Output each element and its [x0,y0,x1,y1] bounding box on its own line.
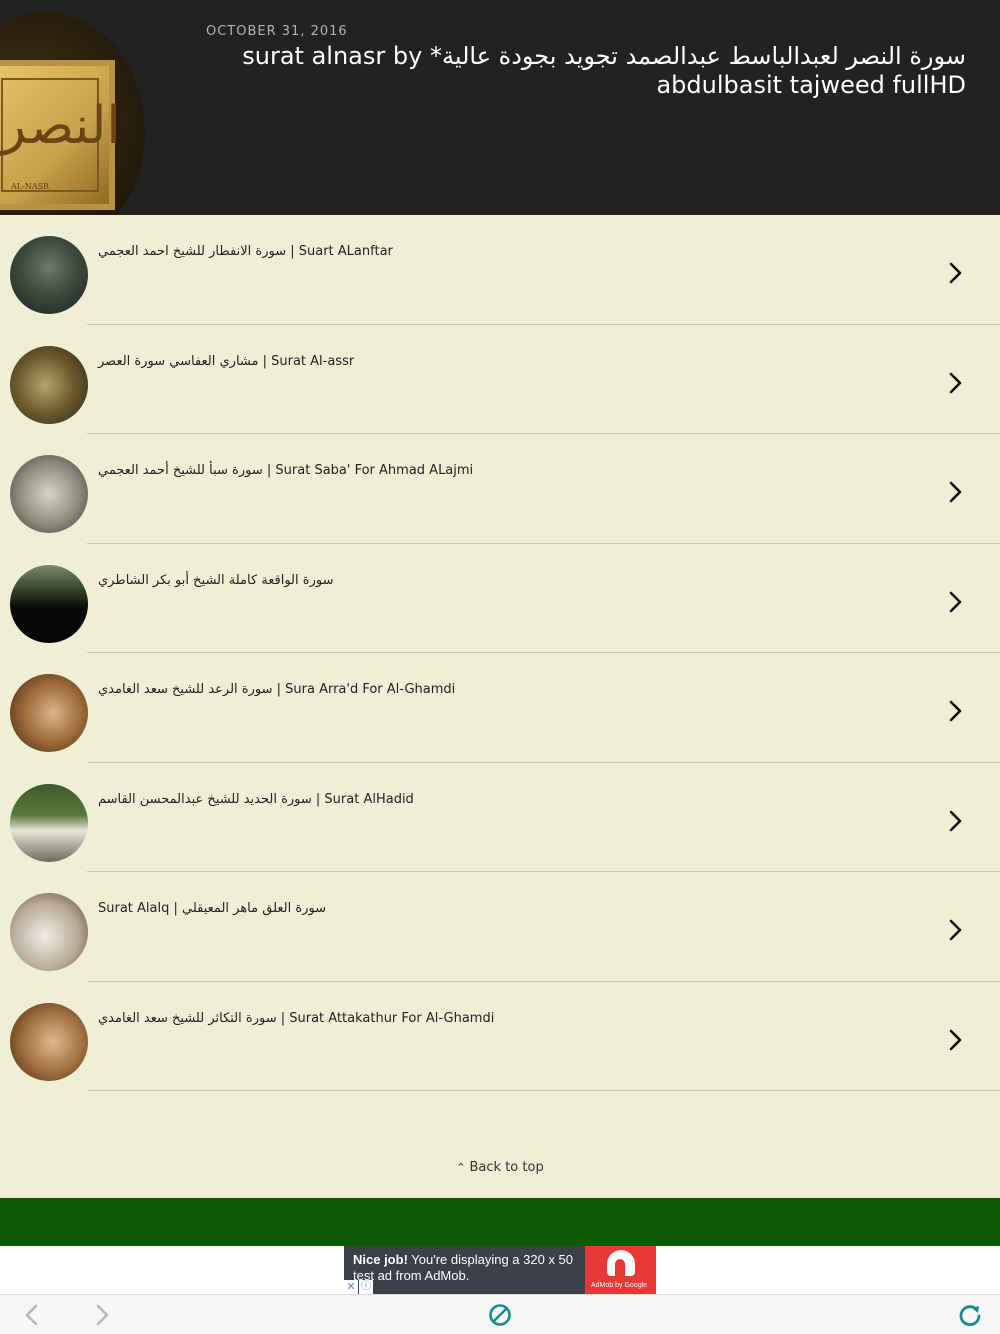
list-item-thumbnail [10,674,88,752]
list-item[interactable]: سورة التكاثر للشيخ سعد الغامدي | Surat A… [0,982,1000,1091]
list-item[interactable]: سورة الحديد للشيخ عبدالمحسن القاسم | Sur… [0,763,1000,872]
browser-toolbar [0,1294,1000,1334]
close-icon[interactable]: ✕ [344,1280,358,1294]
calligraphy-caption: AL-NASR [11,182,50,191]
chevron-right-icon [949,919,962,941]
list-item-title: سورة سبأ للشيخ أحمد العجمي | Surat Saba'… [98,463,474,478]
footer-band [0,1198,1000,1246]
arrow-left-icon[interactable] [18,1301,46,1329]
list-item[interactable]: سورة سبأ للشيخ أحمد العجمي | Surat Saba'… [0,434,1000,544]
list-item-title: سورة الانفطار للشيخ احمد العجمي | Suart … [98,244,393,259]
calligraphy-text: النصر [1,96,121,156]
chevron-right-icon [949,591,962,612]
list-item-thumbnail [10,236,88,314]
admob-icon [607,1250,635,1276]
chevron-right-icon [949,1029,962,1050]
post-header: النصر AL-NASR OCTOBER 31, 2016 سورة النص… [0,0,1000,215]
ad-text: Nice job! You're displaying a 320 x 50 t… [353,1252,589,1284]
back-to-top-link[interactable]: ⌃ Back to top [0,1160,1000,1175]
list-item-title: سورة الحديد للشيخ عبدالمحسن القاسم | Sur… [98,791,414,807]
double-chevron-up-icon: ⌃ [456,1161,466,1174]
list-item-thumbnail [10,783,88,862]
list-item[interactable]: سورة الواقعة كاملة الشيخ أبو بكر الشاطري [0,544,1000,653]
list-item-title: سورة الواقعة كاملة الشيخ أبو بكر الشاطري [98,572,334,588]
list-item-title: سورة التكاثر للشيخ سعد الغامدي | Surat A… [98,1010,495,1026]
admob-logo: AdMob by Google [585,1246,656,1294]
list-item-thumbnail [10,1002,88,1081]
list-item-thumbnail [10,455,88,533]
list-item[interactable]: سورة الرعد للشيخ سعد الغامدي | Sura Arra… [0,653,1000,763]
related-posts-list: سورة الانفطار للشيخ احمد العجمي | Suart … [0,215,1000,1091]
ad-area: Nice job! You're displaying a 320 x 50 t… [0,1246,1000,1294]
post-date: OCTOBER 31, 2016 [206,24,348,39]
ad-text-bold: Nice job! [353,1252,408,1267]
list-item[interactable]: سورة الانفطار للشيخ احمد العجمي | Suart … [0,215,1000,325]
header-thumbnail: النصر AL-NASR [0,12,145,215]
arrow-right-icon[interactable] [88,1301,116,1329]
list-item-title: Surat Alalq | سورة العلق ماهر المعيقلي [98,901,327,916]
list-item[interactable]: مشاري العفاسي سورة العصر | Surat Al-assr [0,325,1000,434]
admob-banner[interactable]: Nice job! You're displaying a 320 x 50 t… [344,1246,656,1294]
list-item-thumbnail [10,345,88,424]
reload-icon[interactable] [956,1301,984,1329]
list-item-title: سورة الرعد للشيخ سعد الغامدي | Sura Arra… [98,682,456,697]
back-to-top-label: Back to top [469,1160,544,1175]
list-item-thumbnail [10,893,88,971]
chevron-right-icon [949,262,962,284]
chevron-right-icon [949,700,962,722]
chevron-right-icon [949,372,962,393]
admob-brand: AdMob by Google [591,1282,648,1289]
post-title: سورة النصر لعبدالباسط عبدالصمد تجويد بجو… [242,42,966,99]
chevron-right-icon [949,810,962,831]
divider [87,1090,1000,1091]
list-item-title: مشاري العفاسي سورة العصر | Surat Al-assr [98,353,355,369]
list-item[interactable]: Surat Alalq | سورة العلق ماهر المعيقلي [0,872,1000,982]
chevron-right-icon [949,481,962,503]
list-item-thumbnail [10,564,88,643]
info-icon[interactable]: ⓘ [359,1280,373,1294]
stop-icon[interactable] [486,1301,514,1329]
